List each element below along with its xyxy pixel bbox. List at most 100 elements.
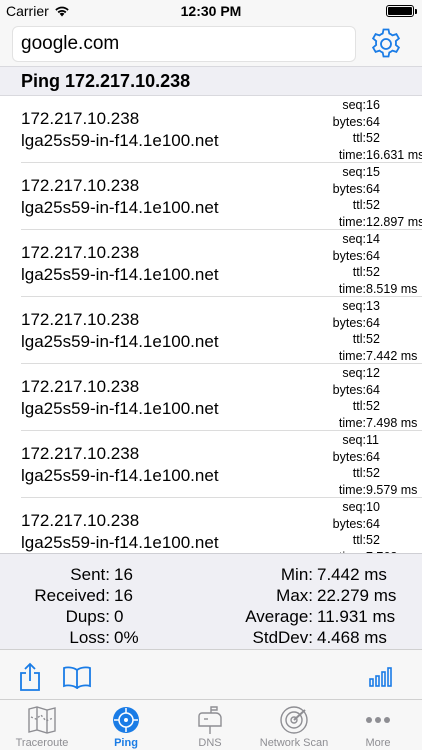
bytes-label: bytes: [332,248,366,263]
row-hostname: lga25s59-in-f14.1e100.net [21,265,219,284]
min-value: 7.442 ms [317,565,387,584]
bytes-value: 64 [366,382,380,397]
seq-label: seq: [342,366,366,380]
tab-ping-label: Ping [114,737,138,749]
time-value: 16.631 ms [366,147,422,162]
tab-network-scan[interactable]: Network Scan [252,700,336,750]
ping-result-row[interactable]: 172.217.10.238 lga25s59-in-f14.1e100.net… [21,431,422,498]
seq-label: seq: [342,433,366,447]
ping-results-list[interactable]: 172.217.10.238 lga25s59-in-f14.1e100.net… [0,96,422,553]
row-stats: seq: 14 bytes: 64 ttl: 52 time: 8.519 ms [241,231,422,297]
ttl-label: ttl: [352,265,366,279]
section-header: Ping 172.217.10.238 [0,66,422,96]
bytes-value: 64 [366,449,380,464]
time-value: 9.579 ms [366,482,418,497]
bytes-value: 64 [366,248,380,263]
min-label: Min: [280,565,313,584]
average-label: Average: [245,607,313,626]
tab-more-label: More [365,737,391,749]
tab-ping[interactable]: Ping [84,700,168,750]
time-value: 7.442 ms [366,348,418,363]
target-icon [113,707,139,733]
status-bar: Carrier 12:30 PM [0,0,422,22]
max-stat: Max: 22.279 ms [0,585,396,606]
seq-label: seq: [342,98,366,112]
ttl-value: 52 [366,332,380,346]
row-stats: seq:10 bytes:64 ttl:52 time:7.768 ms [241,499,422,553]
bytes-label: bytes: [332,516,366,531]
bytes-value: 64 [366,315,380,330]
seq-label: seq: [342,232,366,246]
seq-value: 15 [366,165,380,179]
seq-value: 13 [366,299,380,313]
bytes-value: 64 [366,114,380,129]
radar-icon [280,706,308,734]
time-label: time: [338,214,366,229]
time-value: 8.519 ms [366,281,418,296]
tab-traceroute[interactable]: Traceroute [0,700,84,750]
ttl-value: 52 [366,533,380,547]
row-hostname: lga25s59-in-f14.1e100.net [21,198,219,217]
section-title: Ping 172.217.10.238 [21,71,191,91]
host-bar [0,22,422,66]
tab-dns[interactable]: DNS [168,700,252,750]
seq-value: 12 [366,366,380,380]
share-icon[interactable] [18,662,42,692]
ttl-value: 52 [366,131,380,145]
ttl-label: ttl: [352,332,366,346]
ttl-value: 52 [366,399,380,413]
ping-result-row[interactable]: 172.217.10.238 lga25s59-in-f14.1e100.net… [21,163,422,230]
bytes-label: bytes: [332,114,366,129]
row-stats: seq: 16 bytes: 64 ttl: 52 time: 16.631 ms [241,97,422,163]
ping-result-row[interactable]: 172.217.10.238 lga25s59-in-f14.1e100.net… [21,96,422,163]
row-stats: seq: 13 bytes: 64 ttl: 52 time: 7.442 ms [241,298,422,364]
average-value: 11.931 ms [317,607,396,626]
row-ip: 172.217.10.238 [21,377,140,396]
tab-dns-label: DNS [198,737,222,749]
row-ip: 172.217.10.238 [21,243,140,262]
ping-result-row[interactable]: 172.217.10.238 lga25s59-in-f14.1e100.net… [21,498,422,553]
row-ip: 172.217.10.238 [21,444,140,463]
bytes-label: bytes: [332,181,366,196]
min-stat: Min: 7.442 ms [0,564,387,585]
ping-result-row[interactable]: 172.217.10.238 lga25s59-in-f14.1e100.net… [21,230,422,297]
seq-value: 14 [366,232,380,246]
time-label: time: [338,415,366,430]
ping-result-row[interactable]: 172.217.10.238 lga25s59-in-f14.1e100.net… [21,364,422,431]
row-hostname: lga25s59-in-f14.1e100.net [21,332,219,351]
row-ip: 172.217.10.238 [21,511,140,530]
time-label: time: [338,348,366,363]
ttl-label: ttl: [352,198,366,212]
row-stats: seq: 11 bytes: 64 ttl: 52 time: 9.579 ms [241,432,422,498]
bytes-label: bytes: [332,382,366,397]
tab-more[interactable]: More [336,700,420,750]
time-value: 12.897 ms [366,214,422,229]
seq-value: 11 [366,433,379,447]
seq-value: 16 [366,98,380,112]
bar-chart-icon[interactable] [369,667,393,687]
toolbar [0,649,422,699]
row-stats: seq: 15 bytes: 64 ttl: 52 time: 12.897 ms [241,164,422,230]
ttl-label: ttl: [352,399,366,413]
seq-label: seq: [342,299,366,313]
ping-result-row[interactable]: 172.217.10.238 lga25s59-in-f14.1e100.net… [21,297,422,364]
gear-icon[interactable] [369,27,403,61]
book-icon[interactable] [62,665,92,689]
row-hostname: lga25s59-in-f14.1e100.net [21,466,219,485]
status-time: 12:30 PM [180,3,242,19]
more-icon [366,717,390,723]
seq-label: seq: [342,500,366,514]
time-value: 7.498 ms [366,415,418,430]
ttl-value: 52 [366,265,380,279]
stddev-label: StdDev: [252,628,313,647]
max-label: Max: [276,586,313,605]
ttl-label: ttl: [352,466,366,480]
tab-bar: Traceroute Ping DNS Network Scan More [0,699,422,750]
seq-label: seq: [342,165,366,179]
tab-traceroute-label: Traceroute [15,737,69,749]
host-input[interactable] [12,26,356,62]
map-icon [28,706,56,734]
bytes-label: bytes: [332,315,366,330]
ping-summary: Sent: 16 Received: 16 Dups: 0 Loss: 0% Min: 7… [0,553,422,649]
row-hostname: lga25s59-in-f14.1e100.net [21,131,219,150]
